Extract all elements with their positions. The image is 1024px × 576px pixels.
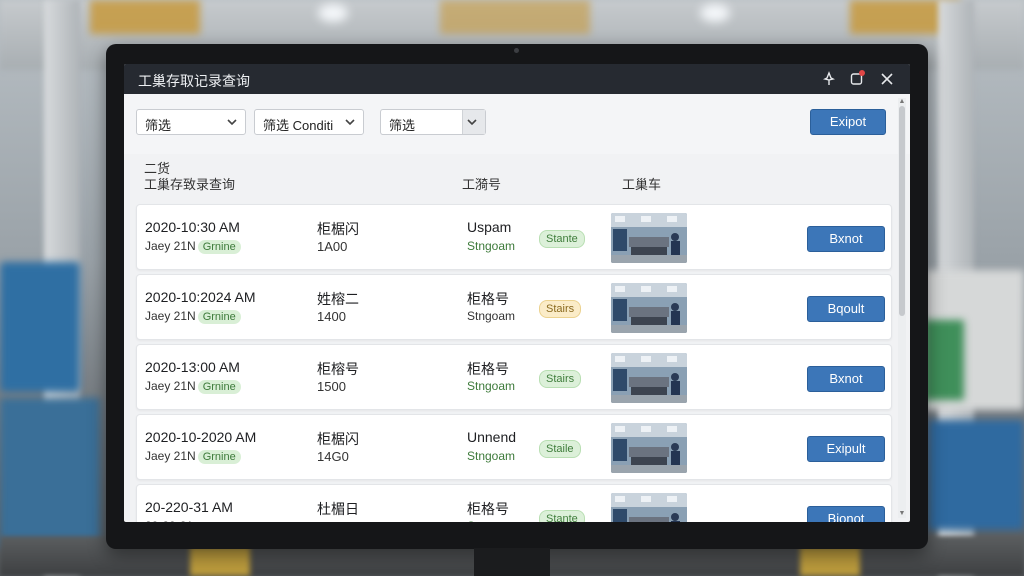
row-type: Uspam [467,219,512,235]
monitor: 工巢存取记录查询 筛选 筛选 Conditi 筛选 Exipot 二货 工巢存致… [106,44,928,549]
row-type: 柜格号 [467,361,509,377]
row-type: Unnend [467,429,517,445]
row-thumbnail[interactable] [611,423,687,473]
chevron-down-icon [227,119,237,126]
row-number: 1400 [317,309,346,324]
filter-toolbar: 筛选 筛选 Conditi 筛选 Exipot [124,94,910,154]
window-title: 工巢存取记录查询 [138,73,250,89]
row-name: 姓榕二 [317,291,359,307]
pin-icon[interactable] [820,70,838,88]
row-number: 1A00 [317,239,348,254]
row-name: 杜楣日 [317,501,359,517]
scroll-thumb[interactable] [899,106,905,316]
row-thumbnail[interactable] [611,213,687,263]
vertical-scrollbar[interactable]: ▲ ▼ [898,98,906,518]
row-type-sub: Stngoam [467,379,516,393]
row-export-button[interactable]: Bxnot [807,366,885,392]
online-badge: Grnine [197,380,241,394]
header-line-2: 工巢存致录查询 [144,177,236,192]
online-badge: Grnine [197,310,241,324]
online-badge: Grnine [197,450,241,464]
status-badge: Stairs [539,300,582,318]
notification-badge [859,70,865,76]
table-header: 二货 工巢存致录查询 工漪号 工巢车 [124,154,900,200]
header-image: 工巢车 [622,177,662,192]
row-type: 柜格号 [467,501,509,517]
filter-select-1-value: 筛选 [145,118,172,133]
status-badge: Stairs [539,370,582,388]
row-type-sub: Stngoam [467,239,516,253]
row-sub: Jaey 21N Grnine [145,239,241,254]
monitor-stand [474,548,550,576]
row-number: 1500 [317,379,346,394]
export-button[interactable]: Exipot [810,109,886,135]
close-icon[interactable] [878,70,896,88]
status-badge: Staile [539,440,581,458]
chevron-down-icon [345,119,355,126]
app-window: 工巢存取记录查询 筛选 筛选 Conditi 筛选 Exipot 二货 工巢存致… [124,64,910,522]
table-row[interactable]: 20-220-31 AM 20-20-21 杜楣日 14G0 柜格号 Stngoam Sta… [136,484,892,522]
row-sub: Jaey 21N Grnine [145,449,241,464]
row-export-button[interactable]: Exipult [807,436,885,462]
row-type: 柜格号 [467,291,509,307]
row-sub-text: Jaey 21N [145,379,196,393]
row-datetime: 2020-13:00 AM [145,359,240,375]
status-badge: Stante [539,510,585,522]
row-sub: Jaey 21N Grnine [145,379,241,394]
scroll-up-arrow[interactable]: ▲ [898,98,906,106]
row-sub-text: Jaey 21N [145,449,196,463]
row-name: 柜椐闪 [317,221,359,237]
table-row[interactable]: 2020-10-2020 AM Jaey 21N Grnine 柜椐闪 14G0 Unne… [136,414,892,480]
row-type-sub: Stngoam [467,519,515,522]
row-datetime: 20-220-31 AM [145,499,233,515]
row-export-button[interactable]: Bqoult [807,296,885,322]
row-number: 14G0 [317,519,349,522]
row-datetime: 2020-10-2020 AM [145,429,257,445]
status-badge: Stante [539,230,585,248]
title-bar: 工巢存取记录查询 [124,64,910,94]
header-type: 工漪号 [462,177,502,192]
table-row[interactable]: 2020-13:00 AM Jaey 21N Grnine 柜榕号 1500 柜格号 Stn… [136,344,892,410]
chevron-down-icon [467,119,477,126]
row-sub-text: Jaey 21N [145,239,196,253]
row-sub-text: 20-20-21 [145,519,193,522]
row-thumbnail[interactable] [611,493,687,522]
row-name: 柜椐闪 [317,431,359,447]
row-thumbnail[interactable] [611,283,687,333]
row-datetime: 2020-10:30 AM [145,219,240,235]
scroll-down-arrow[interactable]: ▼ [898,510,906,518]
filter-select-2-value: 筛选 Conditi [263,118,334,133]
row-sub: Jaey 21N Grnine [145,309,241,324]
row-number: 14G0 [317,449,349,464]
filter-select-1[interactable]: 筛选 [136,109,246,135]
filter-select-3[interactable]: 筛选 [380,109,486,135]
filter-select-3-value: 筛选 [389,118,416,133]
row-sub: 20-20-21 [145,519,193,522]
webcam [514,48,519,53]
row-type-sub: Stngoam [467,309,516,323]
row-sub-text: Jaey 21N [145,309,196,323]
table-row[interactable]: 2020-10:30 AM Jaey 21N Grnine 柜椐闪 1A00 Uspam S… [136,204,892,270]
row-type-sub: Stngoam [467,449,516,463]
filter-select-2[interactable]: 筛选 Conditi [254,109,364,135]
table-row[interactable]: 2020-10:2024 AM Jaey 21N Grnine 姓榕二 1400 柜格号 S… [136,274,892,340]
row-export-button[interactable]: Bionot [807,506,885,522]
row-datetime: 2020-10:2024 AM [145,289,256,305]
notification-icon[interactable] [848,70,866,88]
row-name: 柜榕号 [317,361,359,377]
online-badge: Grnine [197,240,241,254]
row-thumbnail[interactable] [611,353,687,403]
row-export-button[interactable]: Bxnot [807,226,885,252]
